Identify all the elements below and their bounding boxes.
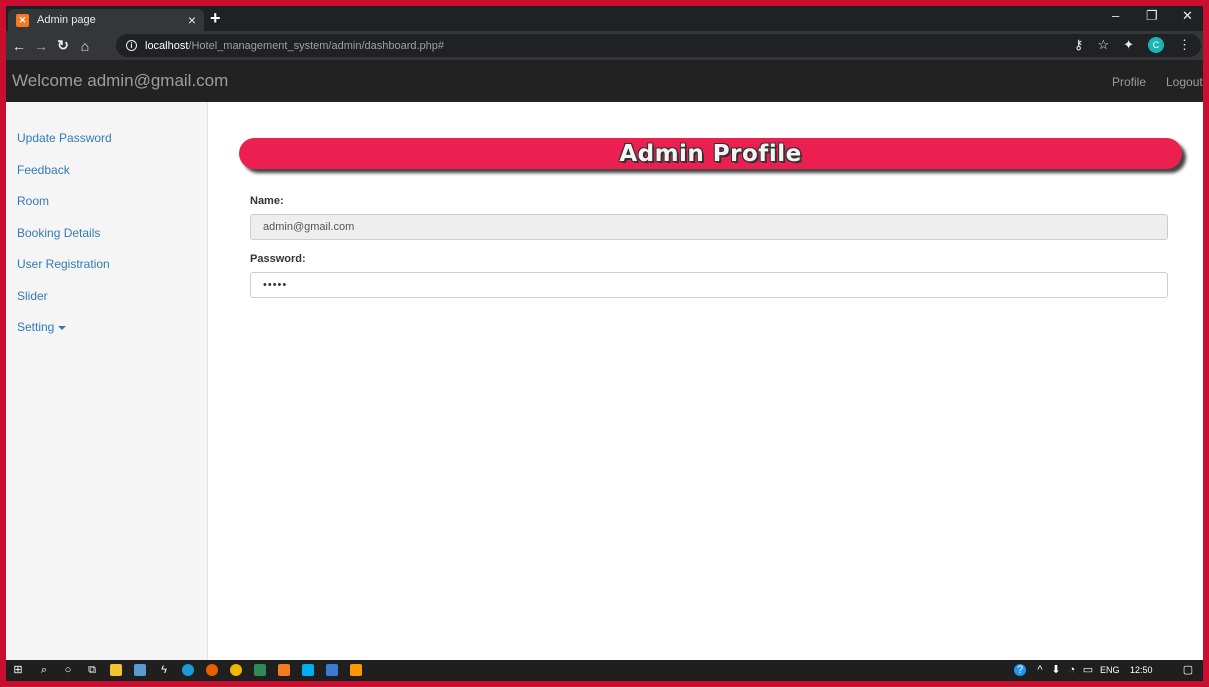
sidebar: Update Password Feedback Room Booking De… [6, 102, 208, 660]
address-bar[interactable]: i localhost/Hotel_management_system/admi… [116, 34, 1201, 57]
url-path: /Hotel_management_system/admin/dashboard… [188, 39, 445, 52]
name-field[interactable]: admin@gmail.com [250, 214, 1168, 240]
forward-icon[interactable]: → [30, 38, 52, 54]
photos-icon[interactable] [326, 664, 338, 676]
sidebar-item-feedback[interactable]: Feedback [6, 158, 207, 190]
minimize-button[interactable]: – [1112, 8, 1119, 23]
browser-window: ✕ Admin page × + – ❐ ✕ ← → ↻ ⌂ i localho… [6, 6, 1203, 681]
language-indicator[interactable]: ENG [1100, 665, 1120, 675]
setting-label: Setting [17, 320, 55, 334]
browser-tab[interactable]: ✕ Admin page × [8, 9, 204, 31]
sidebar-item-booking-details[interactable]: Booking Details [6, 221, 207, 253]
browser-toolbar: ← → ↻ ⌂ i localhost/Hotel_management_sys… [6, 31, 1203, 60]
firefox-icon[interactable] [206, 664, 218, 676]
tab-title: Admin page [37, 14, 96, 26]
home-icon[interactable]: ⌂ [74, 38, 96, 54]
store-icon[interactable] [134, 664, 146, 676]
extensions-icon[interactable]: ✦ [1123, 37, 1134, 53]
search-icon[interactable]: ⌕ [38, 664, 50, 676]
skype-icon[interactable] [302, 664, 314, 676]
app-icon[interactable] [254, 664, 266, 676]
info-icon[interactable]: i [126, 40, 137, 51]
task-view-icon[interactable]: ⧉ [86, 664, 98, 676]
xampp-favicon-icon: ✕ [16, 13, 29, 27]
back-icon[interactable]: ← [8, 38, 30, 54]
app-navbar: Welcome admin@gmail.com Profile Logout [6, 60, 1203, 102]
tab-strip: ✕ Admin page × + – ❐ ✕ [6, 6, 1203, 31]
name-label: Name: [250, 195, 284, 207]
usb-icon[interactable]: ⬇ [1050, 664, 1062, 676]
maximize-button[interactable]: ❐ [1146, 8, 1158, 24]
tab-close-icon[interactable]: × [188, 13, 196, 27]
cortana-icon[interactable]: ○ [62, 664, 74, 676]
url-host: localhost [145, 39, 189, 52]
windows-taskbar: ⊞ ⌕ ○ ⧉ ϟ ? ^ ⬇ ◔ ▭ ENG 12:50 ▢ [6, 660, 1203, 681]
file-explorer-icon[interactable] [110, 664, 122, 676]
sidebar-item-room[interactable]: Room [6, 189, 207, 221]
chevron-up-icon[interactable]: ^ [1034, 664, 1046, 676]
welcome-brand[interactable]: Welcome admin@gmail.com [12, 71, 228, 91]
password-label: Password: [250, 253, 306, 265]
edge-icon[interactable] [182, 664, 194, 676]
reload-icon[interactable]: ↻ [52, 37, 74, 54]
sidebar-item-setting[interactable]: Setting [6, 315, 207, 347]
page-content: Update Password Feedback Room Booking De… [6, 102, 1203, 660]
sublime-icon[interactable] [350, 664, 362, 676]
xampp-icon[interactable] [278, 664, 290, 676]
notification-icon[interactable]: ▢ [1182, 664, 1194, 676]
page-title: Admin Profile [619, 140, 802, 167]
chrome-icon[interactable] [230, 664, 242, 676]
star-icon[interactable]: ☆ [1097, 37, 1109, 53]
logout-link[interactable]: Logout [1166, 75, 1203, 89]
clock[interactable]: 12:50 [1130, 665, 1153, 675]
toolbar-icons: ⚷ ☆ ✦ C ⋮ [1074, 37, 1191, 53]
password-value: ••••• [263, 279, 288, 291]
password-field[interactable]: ••••• [250, 272, 1168, 298]
sidebar-item-update-password[interactable]: Update Password [6, 126, 207, 158]
new-tab-button[interactable]: + [210, 8, 221, 28]
sidebar-item-user-registration[interactable]: User Registration [6, 252, 207, 284]
title-banner: Admin Profile [239, 138, 1182, 169]
bolt-icon[interactable]: ϟ [158, 664, 170, 676]
close-window-button[interactable]: ✕ [1182, 8, 1193, 24]
menu-icon[interactable]: ⋮ [1178, 37, 1191, 53]
caret-down-icon [58, 325, 67, 330]
windows-start-icon[interactable]: ⊞ [12, 664, 24, 676]
name-value: admin@gmail.com [263, 221, 355, 233]
key-icon[interactable]: ⚷ [1074, 37, 1084, 53]
battery-icon[interactable]: ▭ [1082, 664, 1094, 676]
profile-avatar[interactable]: C [1148, 37, 1164, 53]
profile-link[interactable]: Profile [1112, 75, 1146, 89]
help-icon[interactable]: ? [1014, 664, 1026, 676]
wifi-icon[interactable]: ◔ [1066, 664, 1078, 676]
main-panel: Admin Profile Name: admin@gmail.com Pass… [239, 102, 1185, 660]
sidebar-item-slider[interactable]: Slider [6, 284, 207, 316]
